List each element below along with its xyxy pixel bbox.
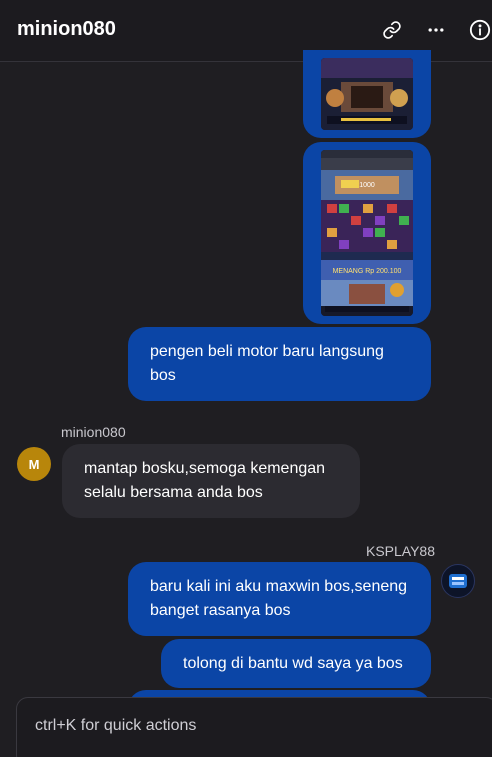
avatar[interactable]: M bbox=[17, 447, 51, 481]
sender-name: KSPLAY88 bbox=[366, 543, 436, 559]
ksplay-logo-icon bbox=[449, 574, 467, 588]
banner-value: 1000 bbox=[359, 182, 375, 189]
composer-placeholder: ctrl+K for quick actions bbox=[35, 717, 197, 734]
message-text: tolong di bantu wd saya ya bos bbox=[183, 655, 403, 672]
chat-title: minion080 bbox=[17, 18, 116, 40]
incoming-message[interactable]: mantap bosku,semoga kemengan selalu bers… bbox=[62, 444, 360, 518]
game-screenshot-image[interactable] bbox=[321, 58, 413, 130]
message-text: mantap bosku,semoga kemengan selalu bers… bbox=[84, 460, 326, 501]
outgoing-message[interactable]: pengen beli motor baru langsung bos bbox=[128, 327, 431, 401]
message-text: baru kali ini aku maxwin bos,seneng bang… bbox=[150, 578, 408, 619]
more-horizontal-icon[interactable] bbox=[424, 18, 448, 42]
image-message[interactable]: MENANG Rp 200.100 1000 bbox=[303, 142, 431, 324]
win-label: MENANG Rp 200.100 bbox=[333, 268, 402, 275]
game-screenshot-image[interactable]: MENANG Rp 200.100 1000 bbox=[321, 150, 413, 316]
outgoing-message[interactable]: baru kali ini aku maxwin bos,seneng bang… bbox=[128, 562, 431, 636]
message-composer[interactable]: ctrl+K for quick actions bbox=[16, 697, 492, 757]
info-icon[interactable] bbox=[468, 18, 492, 42]
message-text: pengen beli motor baru langsung bos bbox=[150, 343, 384, 384]
sender-name: minion080 bbox=[61, 424, 126, 440]
image-message[interactable] bbox=[303, 50, 431, 138]
avatar[interactable] bbox=[441, 564, 475, 598]
outgoing-message[interactable]: tolong di bantu wd saya ya bos bbox=[161, 639, 431, 688]
link-icon[interactable] bbox=[380, 18, 404, 42]
